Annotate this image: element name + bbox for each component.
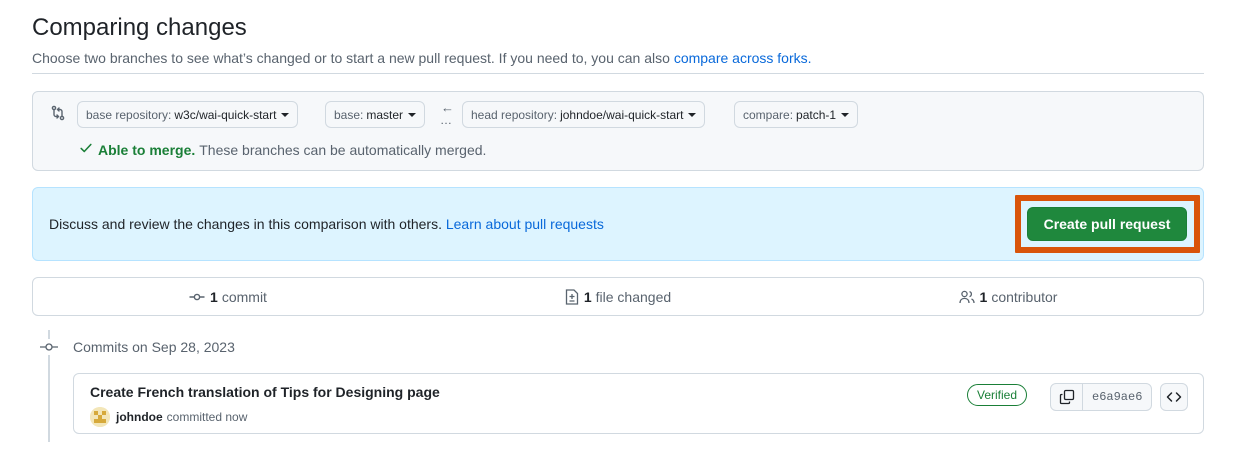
flash-text: Discuss and review the changes in this c… <box>49 216 442 232</box>
check-icon <box>79 141 93 158</box>
git-compare-icon <box>50 105 66 121</box>
compare-branch-value: patch-1 <box>796 107 837 122</box>
commit-node-icon <box>40 339 58 355</box>
commit-list-item: Create French translation of Tips for De… <box>73 373 1204 434</box>
commit-icon <box>189 289 205 305</box>
merge-ok-text: Able to merge. <box>98 141 196 158</box>
verified-badge[interactable]: Verified <box>967 384 1028 406</box>
stat-contributors[interactable]: 1 contributor <box>813 278 1203 315</box>
commits-label: commit <box>221 288 267 305</box>
comparison-stats: 1 commit 1 file changed 1 contributor <box>32 277 1204 316</box>
caret-down-icon <box>281 113 290 117</box>
head-repository-prefix: head repository: <box>471 107 558 122</box>
files-count: 1 <box>583 288 592 305</box>
contributors-count: 1 <box>979 288 988 305</box>
commit-action-text: committed now <box>166 410 248 424</box>
base-repository-select[interactable]: base repository: w3c/wai-quick-start <box>77 101 299 128</box>
commits-date-heading: Commits on Sep 28, 2023 <box>73 339 235 355</box>
merge-status: Able to merge. These branches can be aut… <box>79 141 486 158</box>
page-description-text: Choose two branches to see what’s change… <box>32 50 670 66</box>
header-divider <box>32 73 1204 74</box>
commit-title-link[interactable]: Create French translation of Tips for De… <box>90 384 440 400</box>
contributors-label: contributor <box>991 288 1058 305</box>
caret-down-icon <box>841 113 850 117</box>
flash-message: Discuss and review the changes in this c… <box>49 216 604 232</box>
caret-down-icon <box>408 113 417 117</box>
page-header: Comparing changes Choose two branches to… <box>32 14 1204 68</box>
browse-code-icon[interactable] <box>1160 383 1188 411</box>
merge-detail-text: These branches can be automatically merg… <box>199 141 487 158</box>
stat-commits[interactable]: 1 commit <box>33 278 423 315</box>
base-branch-select[interactable]: base: master <box>325 101 426 128</box>
base-branch-prefix: base: <box>334 107 364 122</box>
file-diff-icon <box>565 288 579 305</box>
copy-icon[interactable] <box>1051 384 1083 410</box>
compare-across-forks-link[interactable]: compare across forks. <box>674 50 812 66</box>
commits-count: 1 <box>210 288 218 305</box>
head-repository-value: johndoe/wai-quick-start <box>560 107 684 122</box>
learn-about-pull-requests-link[interactable]: Learn about pull requests <box>446 216 604 232</box>
create-pull-request-button[interactable]: Create pull request <box>1027 207 1187 241</box>
files-label: file changed <box>595 288 672 305</box>
base-repository-prefix: base repository: <box>86 107 172 122</box>
stat-files[interactable]: 1 file changed <box>423 278 813 315</box>
commit-meta: johndoe committed now <box>90 407 247 427</box>
commit-sha-link[interactable]: e6a9ae6 <box>1083 384 1151 410</box>
page-title: Comparing changes <box>32 14 247 41</box>
commit-author-link[interactable]: johndoe <box>116 410 163 424</box>
commit-sha-group: e6a9ae6 <box>1050 383 1153 411</box>
page-description: Choose two branches to see what’s change… <box>32 48 1204 68</box>
compare-branch-select[interactable]: compare: patch-1 <box>734 101 859 128</box>
people-icon <box>958 289 975 305</box>
avatar[interactable] <box>90 407 110 427</box>
range-editor: base repository: w3c/wai-quick-start bas… <box>32 91 1204 171</box>
base-branch-value: master <box>366 107 404 122</box>
head-repository-select[interactable]: head repository: johndoe/wai-quick-start <box>462 101 706 128</box>
base-repository-value: w3c/wai-quick-start <box>174 107 277 122</box>
caret-down-icon <box>688 113 697 117</box>
compare-branch-prefix: compare: <box>743 107 794 122</box>
ellipsis-icon: … <box>440 113 452 127</box>
